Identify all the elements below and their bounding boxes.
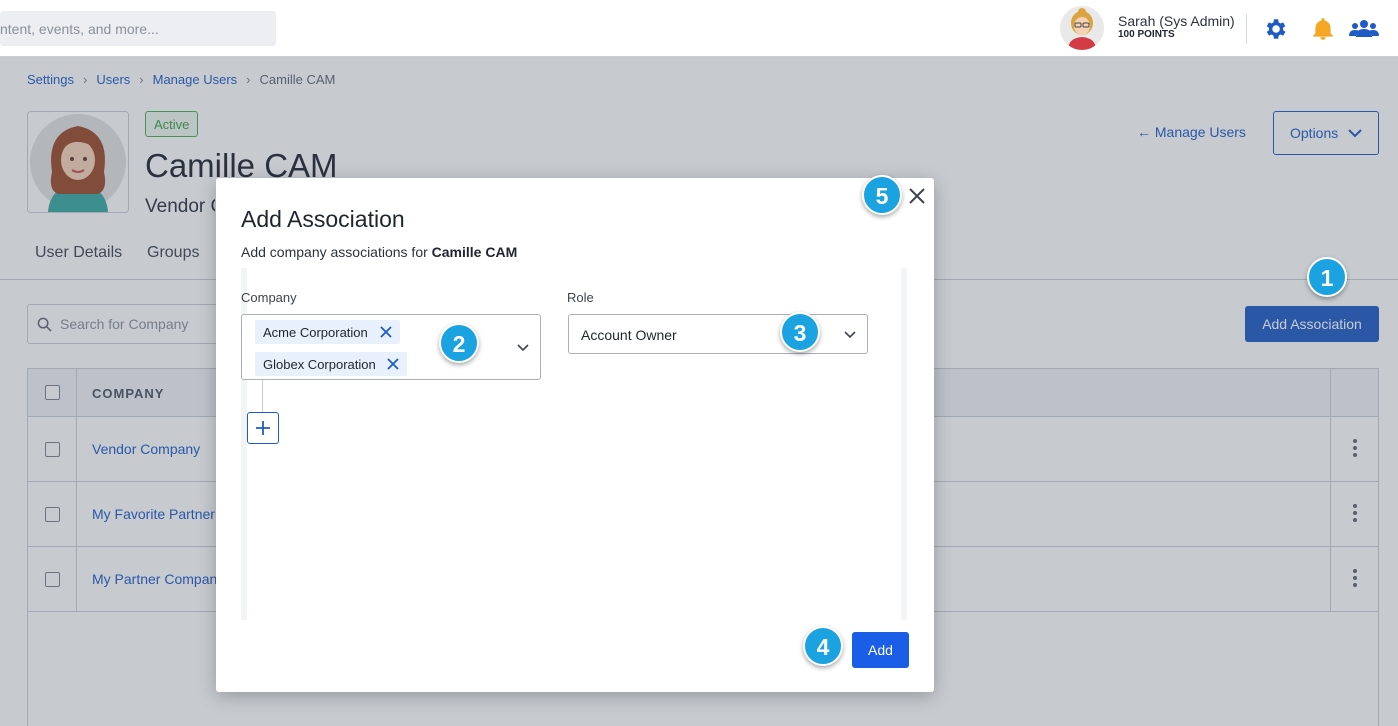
user-name: Sarah (Sys Admin) — [1118, 13, 1235, 29]
add-button[interactable]: Add — [852, 632, 909, 668]
callout-badge: 1 — [1307, 257, 1347, 297]
close-icon[interactable] — [906, 185, 928, 207]
chevron-down-icon[interactable] — [516, 343, 530, 352]
settings-icon[interactable] — [1262, 16, 1288, 42]
callout-badge: 5 — [862, 175, 902, 215]
add-association-modal: Add Association Add company associations… — [216, 178, 934, 692]
tree-connector — [262, 380, 263, 412]
company-chip: Acme Corporation — [255, 320, 400, 344]
user-points: 100 POINTS — [1118, 29, 1175, 40]
modal-title: Add Association — [241, 206, 405, 232]
people-icon[interactable] — [1349, 16, 1379, 42]
company-chip-label: Acme Corporation — [263, 325, 368, 340]
company-chip-label: Globex Corporation — [263, 357, 376, 372]
modal-description-user: Camille CAM — [431, 244, 518, 260]
modal-description-text: Add company associations for — [241, 244, 432, 260]
user-avatar[interactable] — [1060, 6, 1104, 50]
company-multiselect[interactable]: Acme Corporation Globex Corporation — [241, 314, 541, 380]
global-search-input[interactable]: ntent, events, and more... — [0, 11, 276, 46]
add-row-button[interactable] — [247, 412, 279, 444]
top-bar: ntent, events, and more... Sarah (Sys Ad… — [0, 0, 1398, 57]
divider — [1246, 14, 1247, 44]
role-select-value: Account Owner — [581, 327, 677, 343]
role-select[interactable]: Account Owner — [568, 314, 868, 354]
callout-badge: 3 — [780, 312, 820, 352]
callout-badge: 2 — [439, 323, 479, 363]
notification-bell-icon[interactable] — [1310, 16, 1336, 42]
modal-description: Add company associations for Camille CAM — [241, 244, 517, 260]
callout-badge: 4 — [803, 626, 843, 666]
remove-chip-icon[interactable] — [379, 325, 393, 339]
remove-chip-icon[interactable] — [386, 357, 400, 371]
company-label: Company — [241, 290, 297, 305]
plus-icon — [256, 421, 270, 435]
role-label: Role — [567, 290, 594, 305]
company-chip: Globex Corporation — [255, 352, 407, 376]
chevron-down-icon[interactable] — [843, 330, 857, 339]
